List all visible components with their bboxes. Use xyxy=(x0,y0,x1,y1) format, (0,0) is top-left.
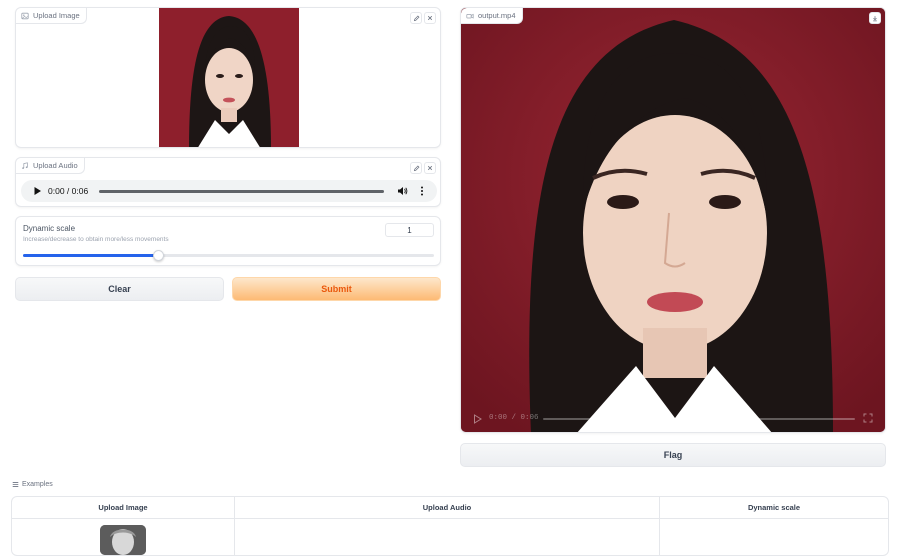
volume-icon[interactable] xyxy=(397,186,408,196)
close-icon xyxy=(427,15,433,21)
pencil-icon xyxy=(413,165,419,171)
download-icon xyxy=(873,15,877,21)
examples-header-row: Upload Image Upload Audio Dynamic scale xyxy=(12,497,888,519)
upload-audio-label-chip: Upload Audio xyxy=(16,158,85,174)
dynamic-scale-panel: Dynamic scale Increase/decrease to obtai… xyxy=(15,216,441,266)
dynamic-scale-label: Dynamic scale xyxy=(23,224,76,233)
pencil-icon xyxy=(413,15,419,21)
clear-image-button[interactable] xyxy=(424,12,436,24)
slider-thumb[interactable] xyxy=(153,250,165,261)
video-seek-bar[interactable] xyxy=(543,418,855,420)
upload-image-panel[interactable]: Upload Image xyxy=(15,7,441,148)
uploaded-portrait-image xyxy=(159,8,299,147)
edit-image-button[interactable] xyxy=(410,12,422,24)
audio-seek-bar[interactable] xyxy=(99,190,384,193)
examples-col-header-scale: Dynamic scale xyxy=(747,503,801,512)
upload-image-label: Upload Image xyxy=(33,11,80,20)
play-icon[interactable] xyxy=(473,414,482,424)
upload-audio-panel[interactable]: Upload Audio 0:00 / 0:06 xyxy=(15,157,441,207)
dynamic-scale-slider[interactable] xyxy=(23,250,434,261)
flag-button[interactable]: Flag xyxy=(460,443,886,467)
clear-button[interactable]: Clear xyxy=(15,277,224,301)
examples-header: Examples xyxy=(12,481,53,488)
video-camera-icon xyxy=(466,13,474,19)
more-options-icon[interactable] xyxy=(420,186,424,196)
examples-table: Upload Image Upload Audio Dynamic scale xyxy=(11,496,889,556)
play-icon[interactable] xyxy=(33,186,42,196)
audio-time: 0:00 / 0:06 xyxy=(48,186,89,196)
dynamic-scale-number-input[interactable] xyxy=(385,223,434,237)
output-video-frame[interactable] xyxy=(461,8,885,432)
examples-col-header-image: Upload Image xyxy=(12,497,235,518)
fullscreen-icon[interactable] xyxy=(863,413,873,423)
submit-button[interactable]: Submit xyxy=(232,277,441,301)
clear-audio-button[interactable] xyxy=(424,162,436,174)
video-time: 0:00 / 0:06 xyxy=(489,414,539,422)
slider-fill xyxy=(23,254,159,257)
download-button[interactable] xyxy=(869,12,881,24)
upload-audio-label: Upload Audio xyxy=(33,161,78,170)
examples-col-header-audio: Upload Audio xyxy=(235,497,660,518)
output-video-panel[interactable]: output.mp4 0:00 / 0:06 xyxy=(460,7,886,433)
example-row[interactable] xyxy=(12,519,888,555)
example-thumbnail[interactable] xyxy=(100,525,146,555)
music-note-icon xyxy=(22,161,28,169)
dynamic-scale-info: Increase/decrease to obtain more/less mo… xyxy=(23,236,169,243)
edit-audio-button[interactable] xyxy=(410,162,422,174)
output-label: output.mp4 xyxy=(478,11,516,20)
video-controls[interactable]: 0:00 / 0:06 xyxy=(461,408,885,430)
image-icon xyxy=(21,12,29,19)
examples-label: Examples xyxy=(22,481,53,488)
upload-image-label-chip: Upload Image xyxy=(16,8,87,24)
output-label-chip: output.mp4 xyxy=(461,8,523,24)
list-icon xyxy=(12,481,19,488)
close-icon xyxy=(427,165,433,171)
audio-player[interactable]: 0:00 / 0:06 xyxy=(21,180,437,202)
